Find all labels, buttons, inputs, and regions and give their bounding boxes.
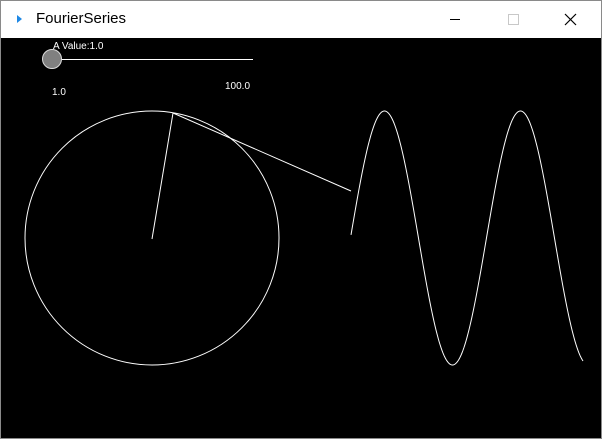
app-window: FourierSeries A Value:1.0 1.0 100.0 xyxy=(0,0,602,439)
close-icon xyxy=(564,13,577,26)
connector-line xyxy=(172,112,352,192)
maximize-icon xyxy=(508,14,519,25)
radius-line xyxy=(151,112,174,240)
window-title: FourierSeries xyxy=(36,10,127,27)
minimize-button[interactable] xyxy=(432,1,478,38)
close-button[interactable] xyxy=(547,1,593,38)
wave-path xyxy=(350,110,584,366)
minimize-icon xyxy=(450,19,460,20)
drawing-canvas: A Value:1.0 1.0 100.0 xyxy=(1,38,601,438)
play-triangle-icon xyxy=(17,15,22,23)
maximize-button[interactable] xyxy=(490,1,536,38)
title-bar[interactable]: FourierSeries xyxy=(1,1,601,38)
fourier-plot xyxy=(24,110,584,366)
